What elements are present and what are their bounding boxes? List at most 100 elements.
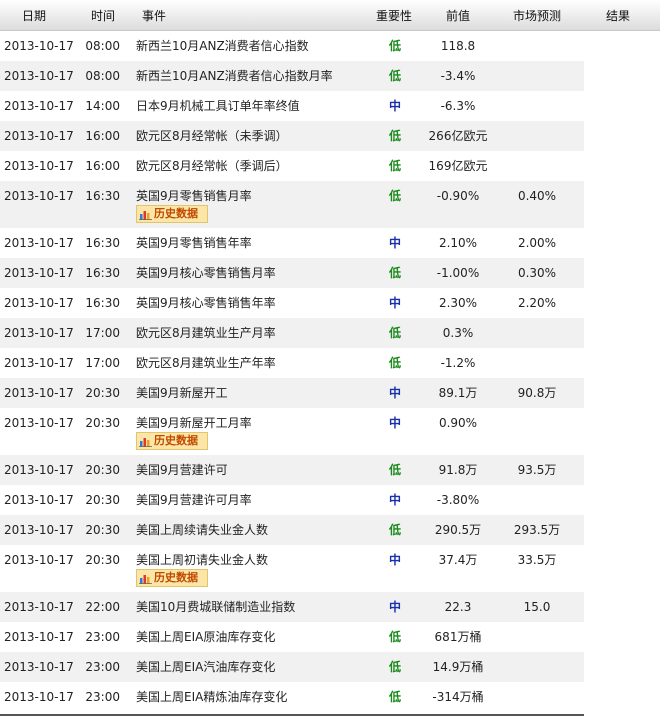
column-header-result: 结果 [606,9,631,23]
row-importance: 低 [388,159,401,173]
row-previous-value: 0.90% [438,416,478,430]
column-header-event: 事件 [142,9,167,23]
row-forecast-value [500,318,574,348]
column-header-time: 时间 [91,9,116,23]
row-forecast-value [500,91,574,121]
table-row: 2013-10-17 23:00 美国上周EIA精炼油库存变化低 -314万桶 [0,682,584,712]
row-event: 美国上周EIA原油库存变化 [136,630,276,644]
row-time: 14:00 [85,99,120,113]
row-forecast-value: 90.8万 [517,386,557,400]
row-forecast-value [500,408,574,438]
row-previous-value: 22.3 [444,600,472,614]
row-forecast-value: 2.20% [517,296,557,310]
table-row: 2013-10-17 16:00 欧元区8月经常帐（未季调）低 266亿欧元 [0,121,584,151]
row-previous-value: 14.9万桶 [432,660,484,674]
row-previous-value: 2.10% [438,236,478,250]
row-forecast-value: 15.0 [523,600,551,614]
column-header-importance: 重要性 [376,9,413,23]
row-event: 英国9月零售销售年率 [136,236,252,250]
row-event: 欧元区8月经常帐（未季调） [136,129,288,143]
row-time: 22:00 [85,600,120,614]
row-previous-value: -6.3% [440,99,476,113]
row-time: 16:30 [85,266,120,280]
row-importance: 中 [388,600,401,614]
row-previous-value: -0.90% [436,189,480,203]
event-table-body: 2013-10-17 08:00 新西兰10月ANZ消费者信心指数低 118.8 201… [0,31,660,712]
column-header-date: 日期 [22,9,47,23]
row-event: 新西兰10月ANZ消费者信心指数月率 [136,69,333,83]
row-forecast-value [500,348,574,378]
row-event: 美国10月费城联储制造业指数 [136,600,296,614]
column-header-previous: 前值 [446,9,471,23]
table-row: 2013-10-17 16:30 英国9月零售销售年率中 2.10% 2.00% [0,228,584,258]
history-data-label: 历史数据 [154,571,198,584]
row-event: 新西兰10月ANZ消费者信心指数 [136,39,309,53]
row-time: 20:30 [85,493,120,507]
history-data-button[interactable]: 历史数据 [136,432,208,450]
row-previous-value: 681万桶 [434,630,482,644]
row-importance: 低 [388,690,401,704]
row-time: 16:30 [85,189,120,203]
table-row: 2013-10-17 20:30 美国9月营建许可低 91.8万 93.5万 [0,455,584,485]
column-header-forecast: 市场预测 [513,9,562,23]
row-importance: 低 [388,189,401,203]
row-event: 美国9月新屋开工 [136,386,228,400]
row-previous-value: -3.80% [436,493,480,507]
table-bottom-border [0,714,584,716]
row-event: 英国9月核心零售销售年率 [136,296,276,310]
row-importance: 中 [388,493,401,507]
row-previous-value: -1.00% [436,266,480,280]
history-data-label: 历史数据 [154,207,198,220]
history-data-button[interactable]: 历史数据 [136,205,208,223]
table-row: 2013-10-17 20:30 美国9月营建许可月率中 -3.80% [0,485,584,515]
row-time: 08:00 [85,39,120,53]
row-time: 20:30 [85,523,120,537]
row-time: 23:00 [85,690,120,704]
row-forecast-value: 33.5万 [517,553,557,567]
table-row: 2013-10-17 20:30 美国9月新屋开工月率中 0.90% 历史数据 [0,408,584,455]
table-row: 2013-10-17 17:00 欧元区8月建筑业生产月率低 0.3% [0,318,584,348]
row-forecast-value: 0.40% [517,189,557,203]
row-importance: 低 [388,129,401,143]
row-forecast-value [500,151,574,181]
row-previous-value: -1.2% [440,356,476,370]
row-importance: 低 [388,463,401,477]
row-forecast-value: 93.5万 [517,463,557,477]
row-time: 16:00 [85,129,120,143]
table-row: 2013-10-17 20:30 美国上周初请失业金人数中 37.4万 33.5万 历史数… [0,545,584,592]
row-forecast-value [500,485,574,515]
table-row: 2013-10-17 17:00 欧元区8月建筑业生产年率低 -1.2% [0,348,584,378]
row-importance: 低 [388,356,401,370]
row-importance: 低 [388,39,401,53]
row-previous-value: 91.8万 [438,463,478,477]
row-event: 美国9月营建许可 [136,463,228,477]
row-event: 美国上周EIA汽油库存变化 [136,660,276,674]
bar-chart-icon [139,438,152,447]
row-event: 美国9月营建许可月率 [136,493,252,507]
table-row: 2013-10-17 20:30 美国9月新屋开工中 89.1万 90.8万 [0,378,584,408]
row-forecast-value: 293.5万 [513,523,561,537]
row-event: 美国上周EIA精炼油库存变化 [136,690,288,704]
table-row: 2013-10-17 23:00 美国上周EIA原油库存变化低 681万桶 [0,622,584,652]
row-time: 20:30 [85,416,120,430]
row-importance: 中 [388,236,401,250]
row-forecast-value [500,121,574,151]
row-forecast-value [500,682,574,712]
row-previous-value: 290.5万 [434,523,482,537]
row-previous-value: 0.3% [442,326,474,340]
row-time: 17:00 [85,356,120,370]
row-time: 20:30 [85,553,120,567]
row-time: 16:30 [85,236,120,250]
row-previous-value: 2.30% [438,296,478,310]
table-header: 日期 时间 事件 重要性 前值 市场预测 结果 [0,0,660,31]
row-importance: 中 [388,416,401,430]
table-row: 2013-10-17 14:00 日本9月机械工具订单年率终值中 -6.3% [0,91,584,121]
row-forecast-value [500,31,574,61]
row-importance: 低 [388,266,401,280]
row-importance: 低 [388,630,401,644]
history-data-button[interactable]: 历史数据 [136,569,208,587]
table-row: 2013-10-17 20:30 美国上周续请失业金人数低 290.5万 293.5万 [0,515,584,545]
history-data-label: 历史数据 [154,434,198,447]
row-previous-value: -314万桶 [432,690,484,704]
table-row: 2013-10-17 16:00 欧元区8月经常帐（季调后）低 169亿欧元 [0,151,584,181]
